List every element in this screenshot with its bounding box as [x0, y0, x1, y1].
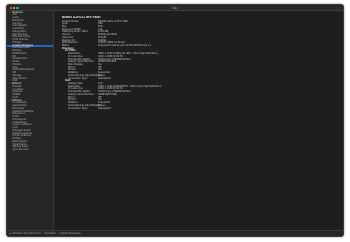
property-value: DisplayPort — [98, 106, 112, 110]
system-information-window: Mac ▾Hardware ATA Audio Bluetooth Camera Card… — [6, 4, 344, 237]
path-segment[interactable]: Graphics/Displays — [59, 232, 80, 235]
property-key: Connection Type: — [68, 106, 88, 110]
detail-pane: NVIDIA GeForce RTX 7800: Chipset Model: N… — [54, 11, 343, 230]
device-heading: NVIDIA GeForce RTX 7800: — [62, 15, 101, 19]
window-title: Mac — [172, 6, 178, 11]
path-segment[interactable]: Michael's Macintosh Pro — [12, 232, 41, 235]
sidebar-item[interactable]: Sync Services — [7, 148, 53, 152]
sidebar: ▾Hardware ATA Audio Bluetooth Camera Card Rea… — [7, 11, 54, 230]
chevron-right-icon: › — [57, 232, 58, 235]
device-properties: Chipset Model: NVIDIA GeForce RTX 7800 Typ… — [62, 20, 339, 111]
path-segment[interactable]: Hardware — [44, 232, 56, 235]
path-bar: Michael's Macintosh Pro›Hardware›Graphic… — [7, 230, 343, 236]
chevron-right-icon: › — [42, 232, 44, 235]
property-row: Connection Type: DisplayPort — [62, 106, 339, 111]
sidebar-item-label: Sync Services — [12, 148, 29, 151]
